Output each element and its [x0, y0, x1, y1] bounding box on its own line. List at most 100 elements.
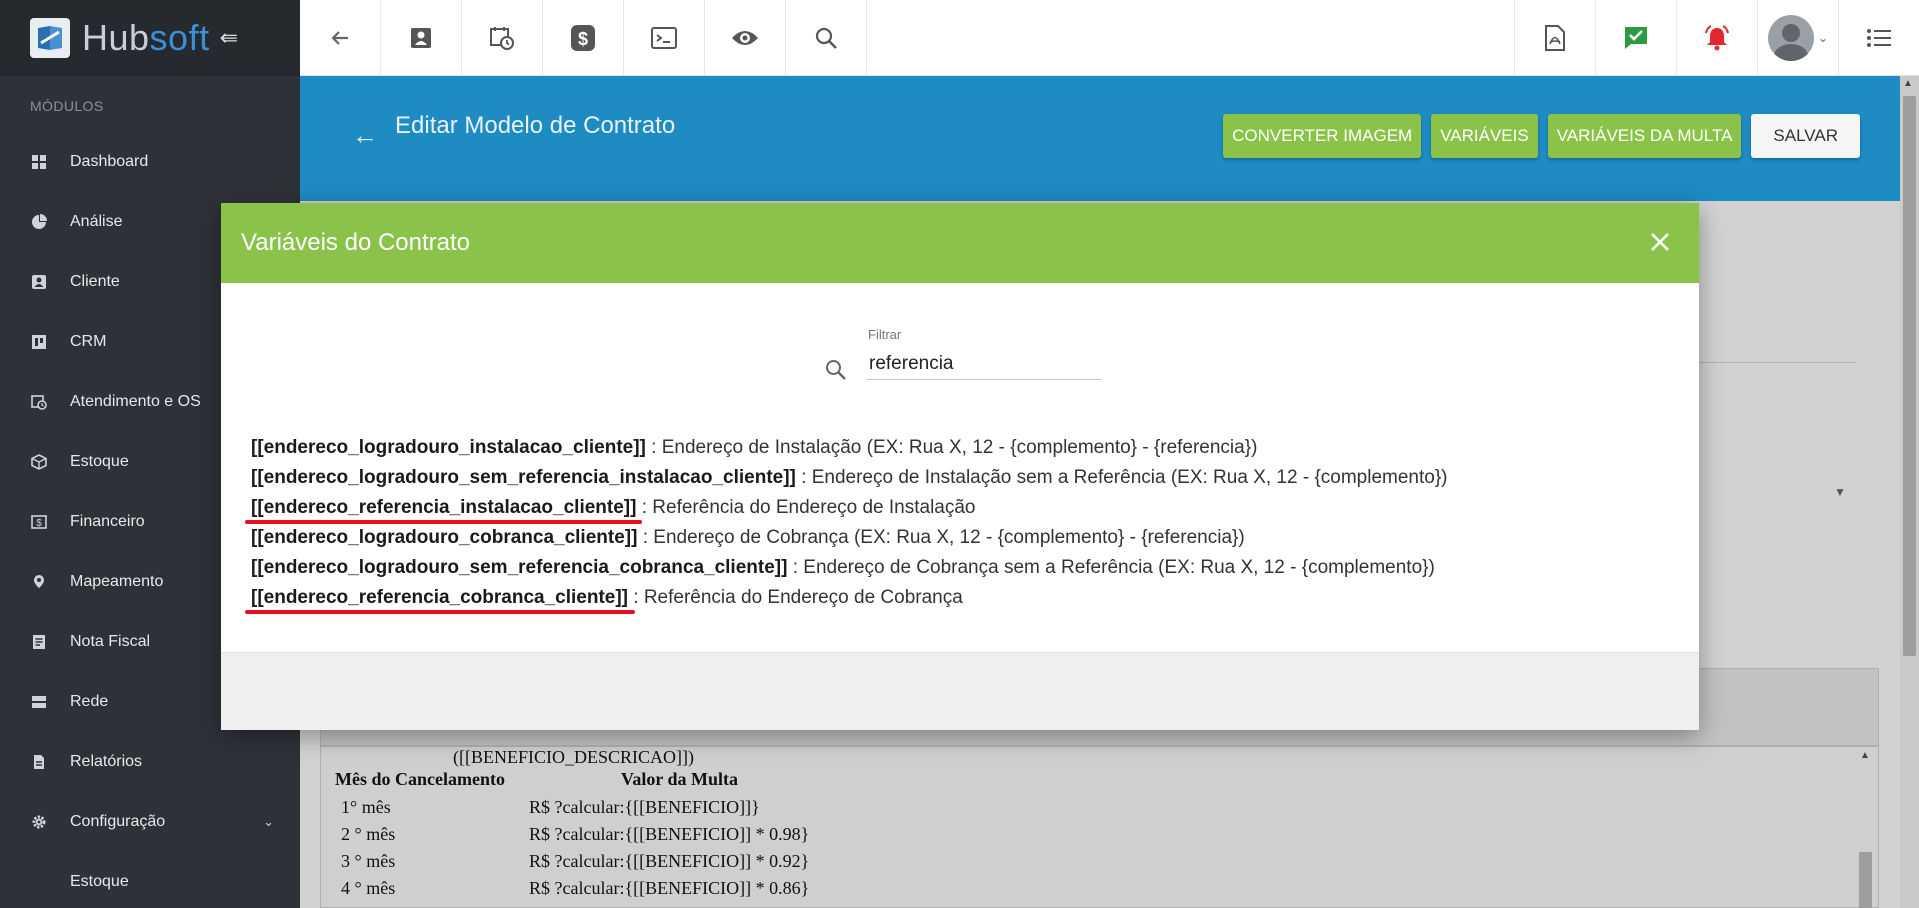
highlight-underline — [245, 610, 635, 614]
notifications-button[interactable] — [1676, 0, 1757, 76]
search-shortcut-button[interactable] — [786, 0, 867, 76]
sidebar-subitem-label: Estoque — [70, 873, 129, 890]
fine-variables-button[interactable]: VARIÁVEIS DA MULTA — [1547, 114, 1742, 158]
sidebar-item-label: Financeiro — [70, 513, 145, 530]
user-menu-button[interactable]: ⌄ — [1757, 0, 1838, 76]
svg-text:$: $ — [578, 29, 588, 49]
terminal-shortcut-button[interactable] — [624, 0, 705, 76]
menu-collapse-icon[interactable]: ⇚ — [220, 25, 238, 51]
list-item[interactable]: [[endereco_logradouro_cobranca_cliente]]… — [251, 523, 1448, 553]
sidebar-item-label: Configuração — [70, 813, 166, 830]
contact-card-icon — [411, 28, 431, 48]
list-menu-button[interactable] — [1838, 0, 1919, 76]
page-header: ← Editar Modelo de Contrato CONVERTER IM… — [300, 76, 1900, 201]
list-item[interactable]: [[endereco_logradouro_instalacao_cliente… — [251, 433, 1448, 463]
variable-description: : Referência do Endereço de Instalação — [636, 497, 976, 518]
view-shortcut-button[interactable] — [705, 0, 786, 76]
chevron-down-icon: ⌄ — [263, 814, 274, 829]
sidebar-item-label: Atendimento e OS — [70, 393, 201, 410]
sidebar-item-label: CRM — [70, 333, 107, 350]
hubsoft-logo-icon[interactable] — [30, 18, 70, 58]
money-icon: $ — [30, 513, 48, 531]
benefit-description-line: ([[BENEFICIO_DESCRICAO]]) — [453, 747, 694, 767]
scheduling-shortcut-button[interactable] — [462, 0, 543, 76]
sidebar-item-label: Relatórios — [70, 753, 143, 770]
select-dropdown-icon[interactable]: ▼ — [1834, 485, 1846, 499]
svg-text:$: $ — [36, 518, 42, 529]
brand-name: Hubsoft — [82, 17, 210, 58]
save-button[interactable]: SALVAR — [1751, 114, 1860, 158]
variables-list: [[endereco_logradouro_instalacao_cliente… — [245, 433, 1448, 614]
page-title: Editar Modelo de Contrato — [395, 112, 676, 139]
modal-footer — [221, 652, 1699, 730]
finance-shortcut-button[interactable]: $ — [543, 0, 624, 76]
alarm-bell-icon — [1705, 25, 1729, 51]
sidebar-item-dashboard[interactable]: Dashboard — [0, 132, 300, 192]
variable-key: [[endereco_logradouro_sem_referencia_cob… — [251, 557, 788, 578]
money-icon: $ — [571, 25, 595, 51]
list-item[interactable]: [[endereco_referencia_instalacao_cliente… — [245, 493, 1448, 524]
filter-label: Filtrar — [868, 327, 902, 342]
fine-row-month: 3 ° mês — [341, 851, 396, 871]
board-icon — [30, 333, 48, 351]
fine-row-month: 1° mês — [341, 797, 391, 817]
client-shortcut-button[interactable] — [381, 0, 462, 76]
list-item[interactable]: [[endereco_referencia_cobranca_cliente]]… — [245, 583, 1448, 614]
sidebar-item-configuracao[interactable]: Configuração ⌄ — [0, 792, 300, 852]
list-item[interactable]: [[endereco_logradouro_sem_referencia_ins… — [251, 463, 1448, 493]
variables-modal: Variáveis do Contrato Filtrar [[endereco… — [221, 203, 1699, 730]
close-icon[interactable] — [1643, 225, 1677, 259]
search-icon — [815, 27, 837, 49]
search-icon — [824, 358, 848, 387]
fine-row-value: R$ ?calcular:{[[BENEFICIO]] * 0.92} — [529, 851, 810, 871]
variable-description: : Referência do Endereço de Cobrança — [628, 587, 963, 608]
server-icon — [30, 693, 48, 711]
contact-card-icon — [30, 273, 48, 291]
pie-chart-icon — [30, 213, 48, 231]
page-back-arrow-icon[interactable]: ← — [352, 120, 378, 151]
tasks-button[interactable] — [1595, 0, 1676, 76]
convert-image-button[interactable]: CONVERTER IMAGEM — [1223, 114, 1422, 158]
page-actions: CONVERTER IMAGEM VARIÁVEIS VARIÁVEIS DA … — [1223, 114, 1860, 158]
scroll-up-icon[interactable]: ▲ — [1903, 78, 1913, 89]
back-button[interactable] — [300, 0, 381, 76]
variable-key: [[endereco_logradouro_instalacao_cliente… — [251, 437, 646, 458]
sidebar-item-label: Rede — [70, 693, 109, 710]
arrow-left-icon — [331, 31, 348, 45]
fine-row-value: R$ ?calcular:{[[BENEFICIO]] * 0.98} — [529, 824, 810, 844]
page-scrollbar-thumb[interactable] — [1903, 96, 1916, 656]
editor-scroll-up-icon[interactable]: ▲ — [1860, 750, 1870, 761]
fine-row-value: R$ ?calcular:{[[BENEFICIO]]} — [529, 797, 760, 817]
sidebar-item-label: Mapeamento — [70, 573, 164, 590]
editor-scrollbar-thumb[interactable] — [1859, 852, 1872, 908]
variable-description: : Endereço de Cobrança sem a Referência … — [787, 557, 1435, 578]
column-header-month: Mês do Cancelamento — [335, 769, 505, 789]
modal-body: Filtrar [[endereco_logradouro_instalacao… — [221, 283, 1699, 653]
modules-section-label: MÓDULOS — [30, 98, 104, 114]
top-toolbar-right: ⌄ — [1514, 0, 1919, 76]
list-icon — [1867, 29, 1891, 47]
variable-description: : Endereço de Instalação sem a Referênci… — [795, 467, 1448, 488]
variable-key: [[endereco_logradouro_cobranca_cliente]] — [251, 527, 638, 548]
filter-input[interactable] — [866, 348, 1102, 380]
dashboard-icon — [30, 153, 48, 171]
list-item[interactable]: [[endereco_logradouro_sem_referencia_cob… — [251, 553, 1448, 583]
sidebar-item-label: Análise — [70, 213, 123, 230]
calendar-clock-icon — [490, 27, 514, 50]
variables-button[interactable]: VARIÁVEIS — [1431, 114, 1538, 158]
fine-row-value: R$ ?calcular:{[[BENEFICIO]] * 0.86} — [529, 878, 810, 898]
variable-key: [[endereco_logradouro_sem_referencia_ins… — [251, 467, 796, 488]
sidebar-subitem-estoque[interactable]: Estoque — [0, 852, 300, 908]
contract-editor[interactable]: ([[BENEFICIO_DESCRICAO]]) Mês do Cancela… — [320, 746, 1879, 908]
chevron-down-icon: ⌄ — [1817, 31, 1829, 45]
sidebar-item-relatorios[interactable]: Relatórios — [0, 732, 300, 792]
avatar — [1767, 15, 1814, 61]
box-icon — [30, 453, 48, 471]
column-header-value: Valor da Multa — [621, 769, 739, 789]
map-pin-icon — [30, 573, 48, 591]
gear-icon — [30, 813, 48, 831]
pdf-button[interactable] — [1514, 0, 1595, 76]
variable-key: [[endereco_referencia_cobranca_cliente]] — [251, 587, 628, 608]
terminal-icon — [651, 27, 677, 49]
fine-row-month: 2 ° mês — [341, 824, 396, 844]
